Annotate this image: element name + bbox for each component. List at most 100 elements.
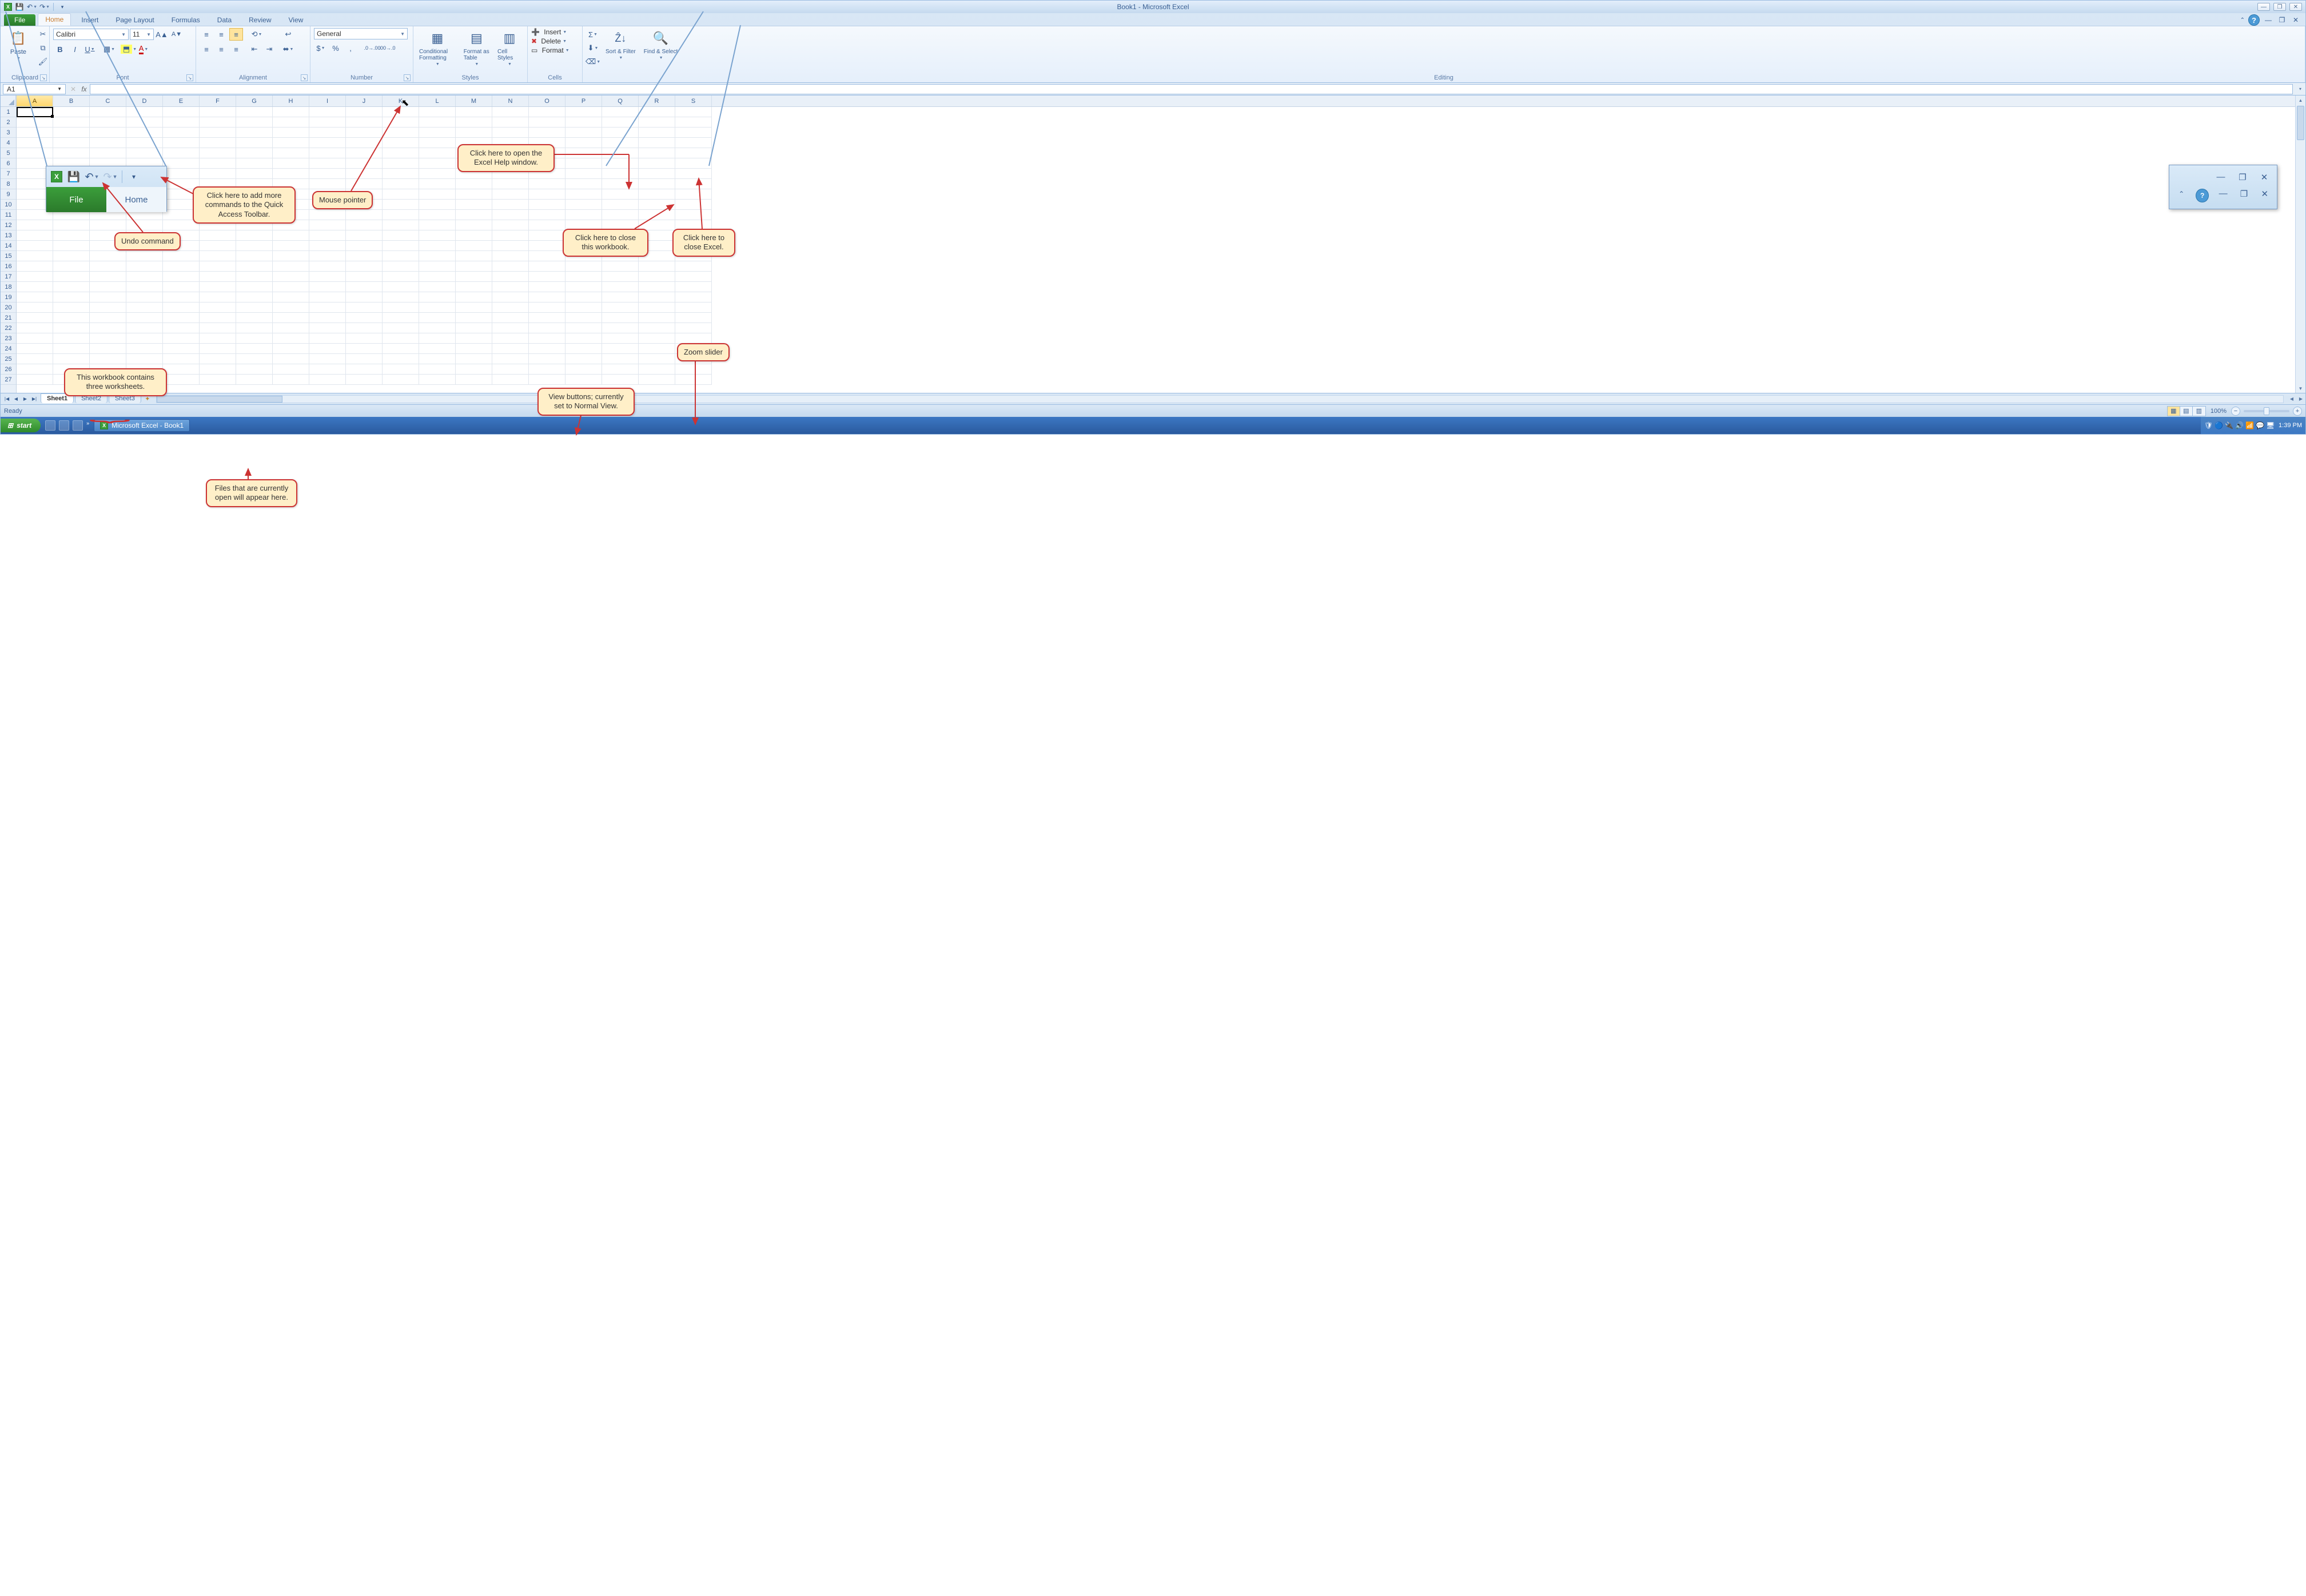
- cell[interactable]: [53, 230, 90, 241]
- row-header[interactable]: 25: [1, 354, 16, 364]
- zoom-in-button[interactable]: +: [2293, 407, 2302, 416]
- cell[interactable]: [90, 117, 126, 128]
- cell[interactable]: [492, 323, 529, 333]
- row-header[interactable]: 4: [1, 138, 16, 148]
- cell[interactable]: [90, 323, 126, 333]
- cell[interactable]: [675, 375, 712, 385]
- cell[interactable]: [17, 261, 53, 272]
- cell[interactable]: [565, 200, 602, 210]
- cell[interactable]: [53, 313, 90, 323]
- cell[interactable]: [602, 303, 639, 313]
- cell[interactable]: [456, 230, 492, 241]
- cell[interactable]: [163, 303, 200, 313]
- hscroll-right-icon[interactable]: ▶: [2296, 396, 2305, 401]
- cell[interactable]: [273, 241, 309, 251]
- cell[interactable]: [309, 169, 346, 179]
- formulas-tab[interactable]: Formulas: [165, 14, 207, 26]
- cell[interactable]: [309, 128, 346, 138]
- cell[interactable]: [639, 272, 675, 282]
- view-tab[interactable]: View: [282, 14, 310, 26]
- cell[interactable]: [17, 344, 53, 354]
- cell[interactable]: [273, 138, 309, 148]
- cell[interactable]: [126, 220, 163, 230]
- cell[interactable]: [90, 261, 126, 272]
- cell[interactable]: [419, 230, 456, 241]
- cell[interactable]: [456, 107, 492, 117]
- cell[interactable]: [90, 220, 126, 230]
- cell[interactable]: [492, 292, 529, 303]
- cell[interactable]: [675, 148, 712, 158]
- cell[interactable]: [602, 364, 639, 375]
- cell[interactable]: [419, 210, 456, 220]
- cell[interactable]: [529, 333, 565, 344]
- cell[interactable]: [565, 179, 602, 189]
- number-format-combo[interactable]: General▼: [314, 28, 408, 39]
- format-cells-button[interactable]: ▭ Format▼: [531, 46, 569, 54]
- cell[interactable]: [17, 282, 53, 292]
- cell[interactable]: [236, 272, 273, 282]
- cell[interactable]: [126, 292, 163, 303]
- cell[interactable]: [236, 292, 273, 303]
- cell[interactable]: [383, 272, 419, 282]
- row-header[interactable]: 10: [1, 200, 16, 210]
- cell[interactable]: [163, 344, 200, 354]
- cell[interactable]: [419, 364, 456, 375]
- decrease-indent-button[interactable]: ⇤: [248, 43, 261, 55]
- cell[interactable]: [383, 292, 419, 303]
- cell[interactable]: [492, 282, 529, 292]
- row-header[interactable]: 19: [1, 292, 16, 303]
- cell[interactable]: [236, 148, 273, 158]
- customize-qat-icon[interactable]: ▾: [57, 2, 67, 12]
- cell[interactable]: [17, 272, 53, 282]
- cell[interactable]: [309, 323, 346, 333]
- cell[interactable]: [236, 251, 273, 261]
- cells-area[interactable]: [17, 107, 2295, 393]
- cell[interactable]: [602, 107, 639, 117]
- inset-minimize-button[interactable]: —: [2214, 172, 2228, 182]
- orientation-button[interactable]: ⟲▼: [250, 28, 264, 41]
- cell[interactable]: [53, 107, 90, 117]
- cell[interactable]: [273, 313, 309, 323]
- vertical-scrollbar[interactable]: ▲ ▼: [2295, 95, 2305, 393]
- cell[interactable]: [565, 282, 602, 292]
- file-tab[interactable]: File: [4, 14, 35, 26]
- cell[interactable]: [163, 117, 200, 128]
- tray-icon[interactable]: 🔊: [2235, 421, 2243, 429]
- cell[interactable]: [236, 333, 273, 344]
- inset-minimize-ribbon-icon[interactable]: ⌃: [2175, 189, 2188, 199]
- number-dialog-launcher[interactable]: ↘: [404, 74, 411, 81]
- first-sheet-button[interactable]: |◀: [3, 395, 11, 403]
- cell[interactable]: [529, 364, 565, 375]
- cell[interactable]: [346, 169, 383, 179]
- cell[interactable]: [17, 220, 53, 230]
- cell[interactable]: [309, 344, 346, 354]
- save-icon[interactable]: 💾: [14, 2, 25, 12]
- tray-icon[interactable]: 📶: [2245, 421, 2253, 429]
- cell[interactable]: [492, 107, 529, 117]
- insert-cells-button[interactable]: ➕ Insert▼: [531, 28, 569, 36]
- cell[interactable]: [17, 138, 53, 148]
- cell[interactable]: [602, 117, 639, 128]
- row-header[interactable]: 3: [1, 128, 16, 138]
- cell[interactable]: [419, 333, 456, 344]
- cell[interactable]: [17, 251, 53, 261]
- cell[interactable]: [492, 313, 529, 323]
- cell[interactable]: [565, 148, 602, 158]
- cell[interactable]: [639, 323, 675, 333]
- cell[interactable]: [200, 117, 236, 128]
- cell[interactable]: [236, 282, 273, 292]
- cell[interactable]: [17, 333, 53, 344]
- cell[interactable]: [639, 179, 675, 189]
- cell[interactable]: [346, 117, 383, 128]
- cell[interactable]: [163, 292, 200, 303]
- column-header[interactable]: L: [419, 95, 456, 106]
- row-header[interactable]: 27: [1, 375, 16, 385]
- row-header[interactable]: 6: [1, 158, 16, 169]
- cell[interactable]: [17, 303, 53, 313]
- cell[interactable]: [602, 344, 639, 354]
- cell[interactable]: [346, 282, 383, 292]
- cell[interactable]: [17, 364, 53, 375]
- cell[interactable]: [419, 323, 456, 333]
- cell[interactable]: [236, 354, 273, 364]
- clock[interactable]: 1:39 PM: [2279, 422, 2302, 429]
